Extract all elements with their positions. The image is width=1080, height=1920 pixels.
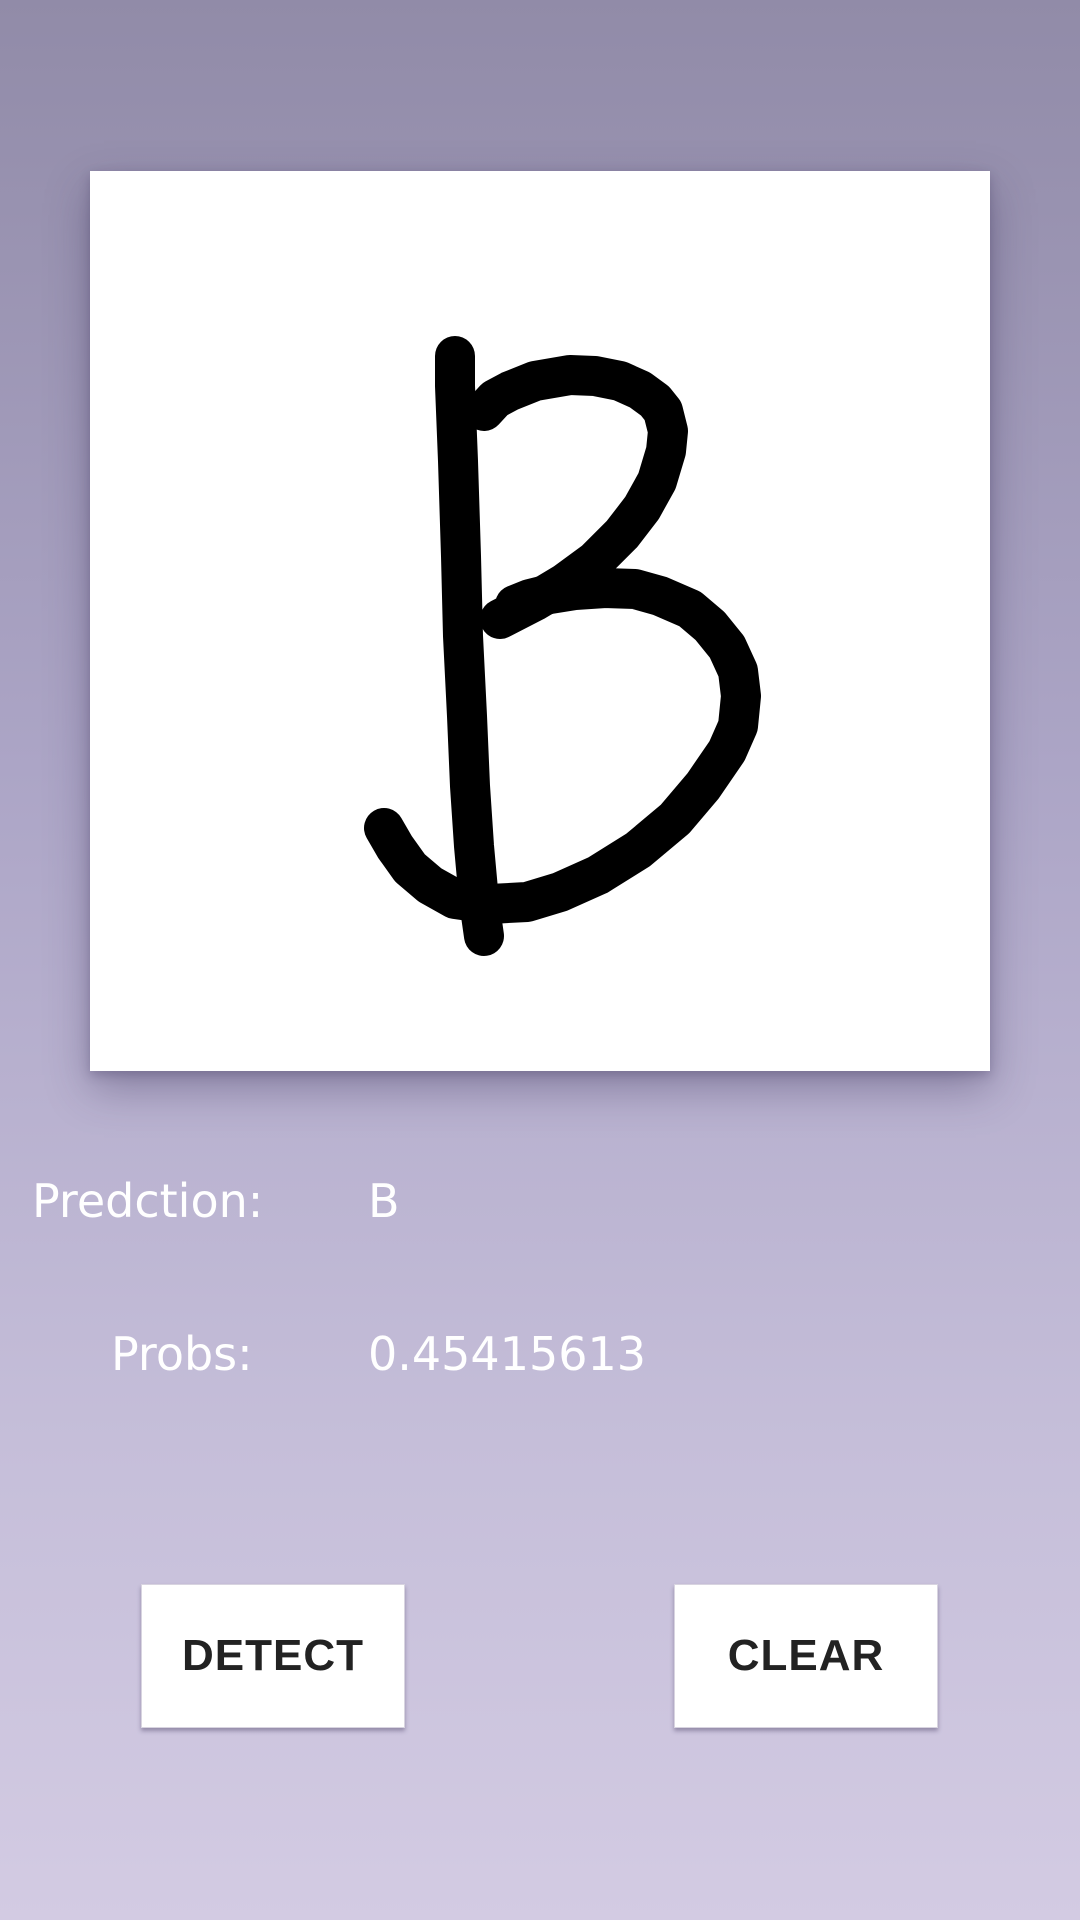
probs-value: 0.45415613 [368,1327,647,1381]
clear-button[interactable]: CLEAR [674,1584,938,1728]
drawing-canvas[interactable] [90,171,990,1071]
stroke-lower-bowl [364,568,761,924]
probs-label: Probs: [111,1327,253,1381]
stroke-stem [435,336,504,956]
handwritten-stroke [364,336,761,956]
prediction-label: Predction: [32,1174,264,1228]
prediction-value: B [368,1174,400,1228]
detect-button[interactable]: DETECT [141,1584,405,1728]
